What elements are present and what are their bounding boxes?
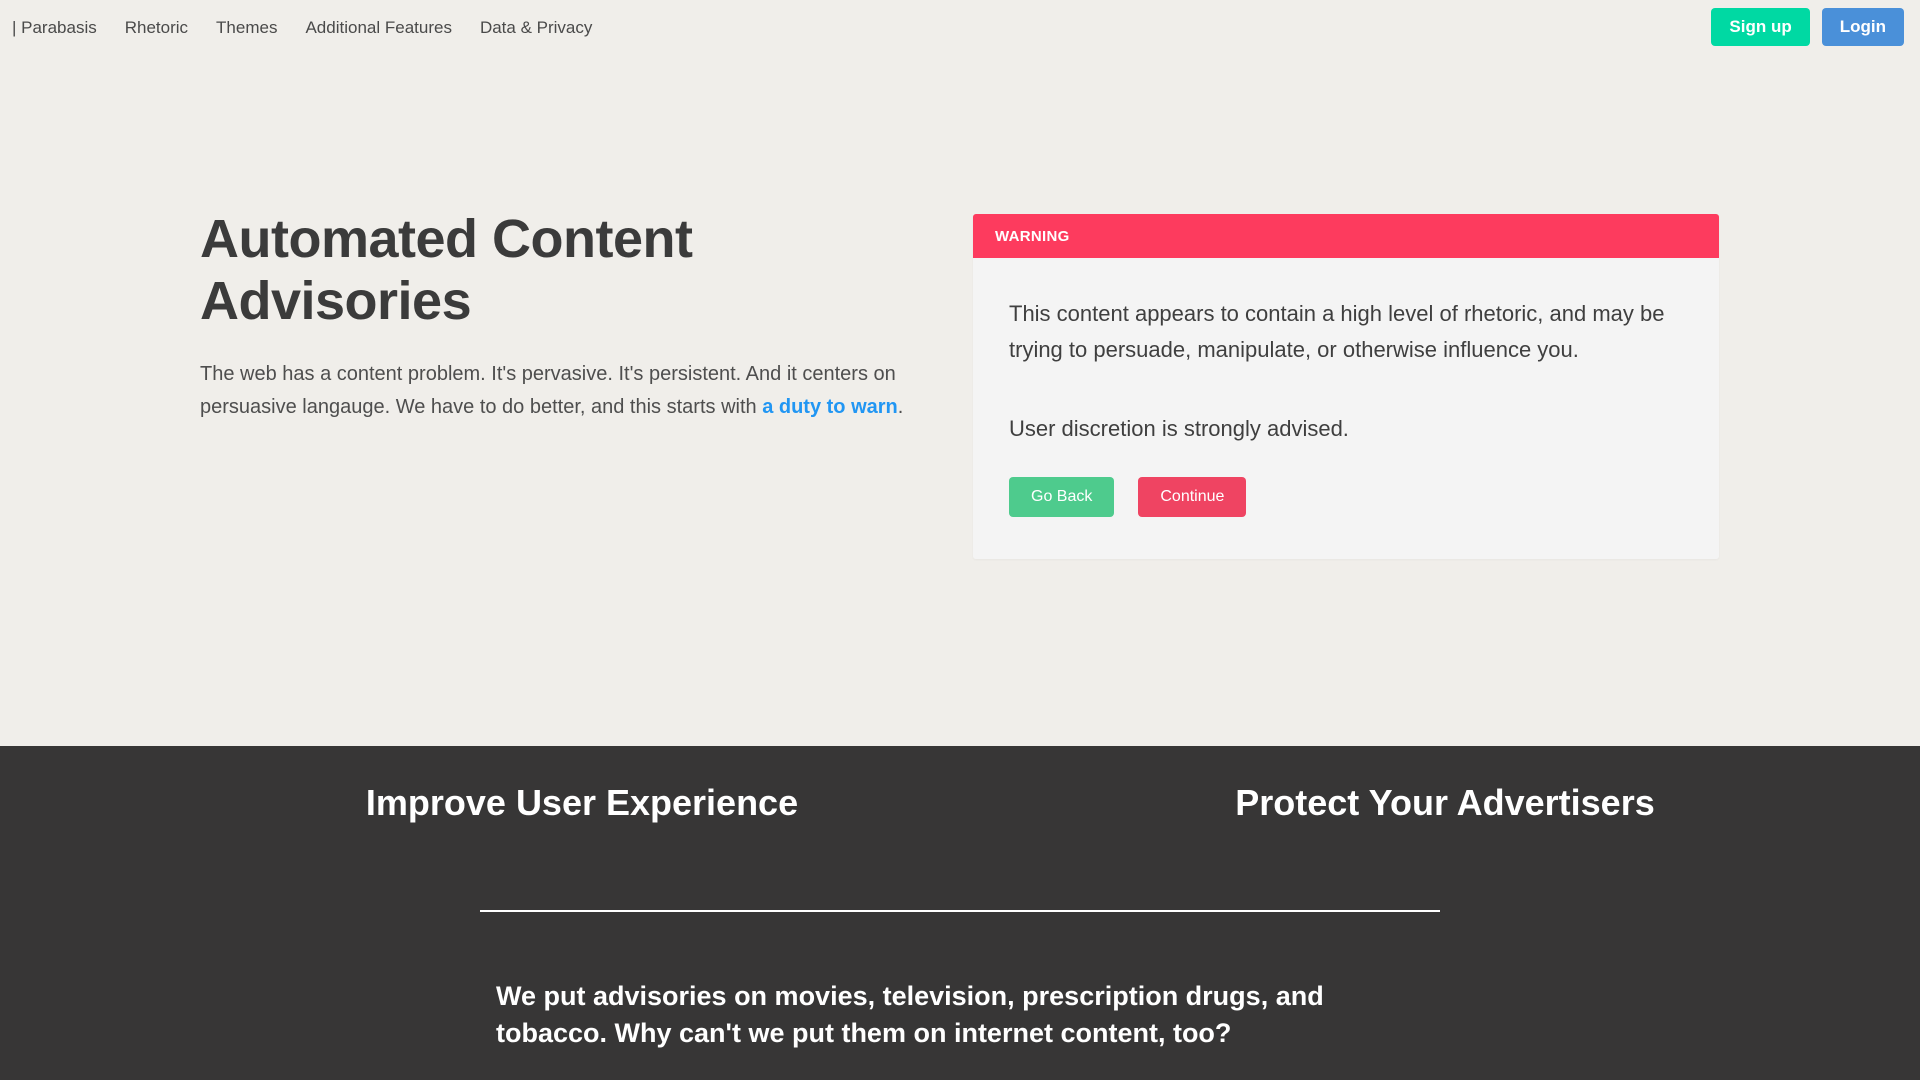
hero-section: Automated Content Advisories The web has…	[0, 56, 1920, 746]
nav-item-rhetoric[interactable]: Rhetoric	[111, 14, 202, 42]
nav-item-data-privacy[interactable]: Data & Privacy	[466, 14, 606, 42]
hero-text-column: Automated Content Advisories The web has…	[200, 208, 920, 423]
nav-item-themes[interactable]: Themes	[202, 14, 291, 42]
sign-up-button[interactable]: Sign up	[1711, 8, 1810, 46]
features-paragraph: We put advisories on movies, television,…	[496, 981, 1324, 1049]
advisory-discretion-notice: User discretion is strongly advised.	[1009, 416, 1349, 442]
section-divider	[480, 910, 1440, 912]
warning-label: WARNING	[995, 227, 1070, 245]
continue-button[interactable]: Continue	[1138, 476, 1247, 518]
advisory-card-actions: Go Back Continue	[1009, 476, 1689, 518]
nav-auth-buttons: Sign up Login	[1711, 8, 1904, 46]
nav-item-additional-features[interactable]: Additional Features	[291, 14, 465, 42]
nav-links-group: | Parabasis Rhetoric Themes Additional F…	[0, 14, 606, 42]
content-advisory-card: WARNING This content appears to contain …	[973, 214, 1719, 560]
go-back-button[interactable]: Go Back	[1009, 476, 1115, 518]
login-button[interactable]: Login	[1821, 8, 1904, 46]
top-navigation-bar: | Parabasis Rhetoric Themes Additional F…	[0, 0, 1920, 56]
feature-heading-improve-user-experience: Improve User Experience	[365, 782, 799, 823]
features-headings-row: Improve User Experience Protect Your Adv…	[0, 746, 1920, 856]
hero-paragraph-period: .	[897, 395, 904, 418]
feature-heading-protect-your-advertisers: Protect Your Advertisers	[1235, 782, 1655, 823]
page-title: Automated Content Advisories	[200, 209, 693, 332]
duty-to-warn-link[interactable]: a duty to warn	[762, 396, 898, 418]
advisory-card-header: WARNING	[973, 214, 1719, 258]
features-dark-section: Improve User Experience Protect Your Adv…	[0, 746, 1920, 1080]
brand-logo-parabasis[interactable]: | Parabasis	[8, 14, 111, 42]
page-root: | Parabasis Rhetoric Themes Additional F…	[0, 0, 1920, 1080]
hero-paragraph: The web has a content problem. It's perv…	[200, 358, 920, 423]
advisory-message: This content appears to contain a high l…	[1009, 301, 1665, 362]
advisory-card-body: This content appears to contain a high l…	[973, 258, 1719, 560]
